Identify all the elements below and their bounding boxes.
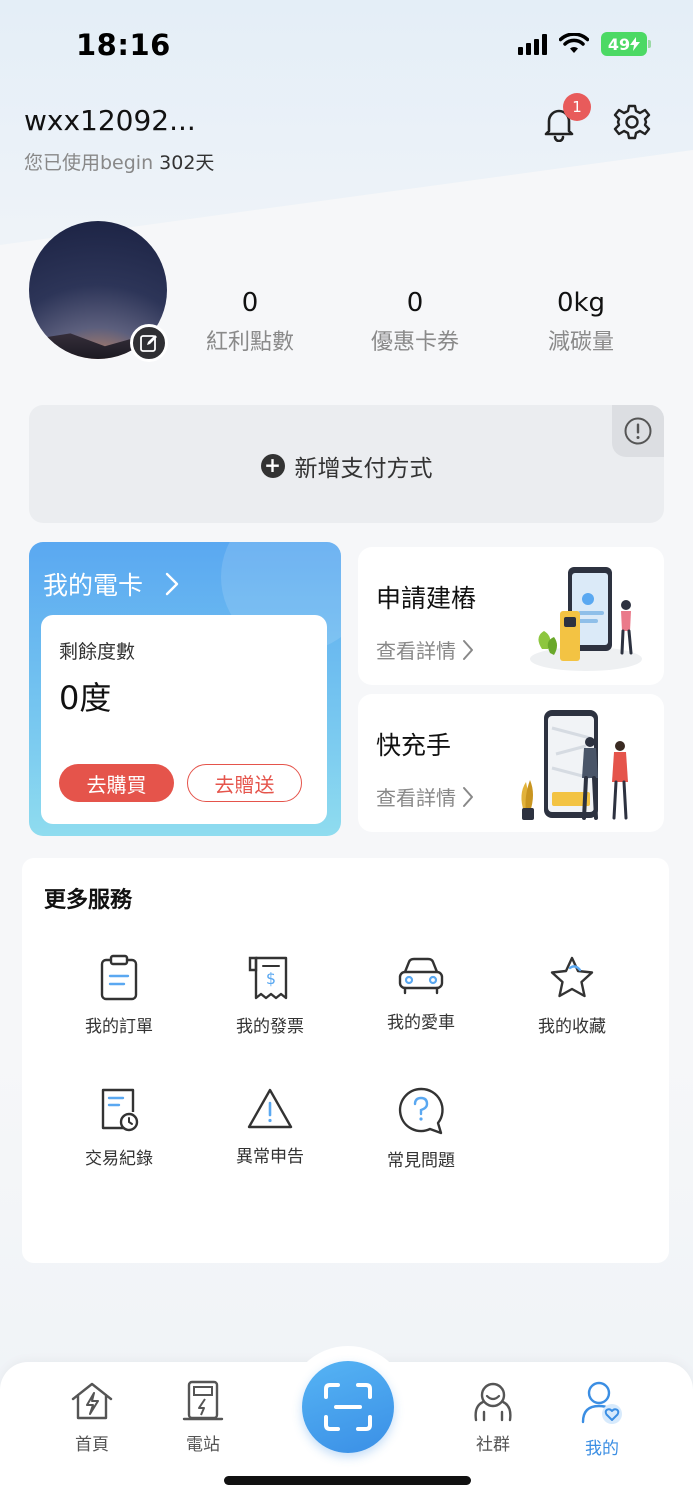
svg-text:$: $ (266, 969, 276, 988)
service-label: 常見問題 (387, 1151, 455, 1171)
service-label: 我的愛車 (387, 1013, 455, 1033)
warning-icon (247, 1088, 293, 1129)
stat-value: 0 (241, 288, 259, 318)
stat-value: 0 (406, 288, 424, 318)
more-services-panel: 更多服務 我的訂單 $ 我的發票 我的愛車 我的收藏 交易紀錄 異常申告 常見問… (22, 858, 669, 1263)
plus-circle-icon: + (260, 454, 285, 478)
stat-carbon-reduction[interactable]: 0kg 減碳量 (511, 288, 651, 356)
home-icon (71, 1382, 113, 1420)
battery-indicator: 49 (601, 32, 651, 56)
chevron-right-icon (463, 786, 473, 807)
star-icon (550, 956, 594, 998)
fast-charger-card[interactable]: 快充手 查看詳情 (358, 694, 664, 832)
remaining-label: 剩餘度數 (59, 641, 136, 663)
chevron-right-icon (165, 572, 179, 596)
edit-icon (140, 335, 157, 352)
charging-bolt-icon (630, 37, 641, 51)
transaction-history-icon (101, 1088, 139, 1132)
e-card-balance-panel: 剩餘度數 0度 去購買 去贈送 (41, 615, 327, 824)
tab-label: 社群 (476, 1435, 510, 1455)
notification-badge: 1 (563, 93, 591, 121)
status-time: 18:16 (76, 28, 171, 62)
tab-home[interactable]: 首頁 (52, 1380, 132, 1455)
car-icon (398, 957, 444, 995)
e-card-title-link[interactable]: 我的電卡 (43, 566, 179, 602)
charging-station-icon (182, 1380, 224, 1421)
view-details-link[interactable]: 查看詳情 (376, 782, 474, 811)
tab-community[interactable]: 社群 (453, 1380, 533, 1455)
service-my-car[interactable]: 我的愛車 (361, 954, 481, 1033)
add-payment-method[interactable]: + 新增支付方式 (29, 449, 664, 483)
wifi-icon (559, 33, 589, 53)
service-my-invoices[interactable]: $ 我的發票 (210, 954, 330, 1037)
service-my-orders[interactable]: 我的訂單 (59, 954, 179, 1037)
faq-icon (398, 1087, 444, 1135)
service-label: 異常申告 (236, 1147, 304, 1167)
scan-button-wrap (287, 1346, 409, 1468)
service-my-favorites[interactable]: 我的收藏 (512, 954, 632, 1037)
tab-label: 首頁 (75, 1435, 109, 1455)
scan-button[interactable] (302, 1361, 394, 1453)
view-details-label: 查看詳情 (376, 639, 456, 663)
fast-charger-illustration (521, 710, 628, 820)
community-icon (474, 1382, 512, 1422)
remaining-value: 0度 (59, 679, 112, 717)
add-payment-label: 新增支付方式 (294, 456, 433, 482)
view-details-label: 查看詳情 (376, 786, 456, 810)
scan-icon (324, 1383, 372, 1431)
home-indicator (224, 1476, 471, 1485)
usage-prefix: 您已使用begin (24, 152, 154, 174)
services-title: 更多服務 (44, 888, 133, 913)
service-label: 我的訂單 (85, 1017, 153, 1037)
stat-bonus-points[interactable]: 0 紅利點數 (180, 288, 320, 356)
gift-button[interactable]: 去贈送 (187, 764, 302, 802)
stat-label: 紅利點數 (205, 330, 294, 355)
my-e-card[interactable]: 我的電卡 剩餘度數 0度 去購買 去贈送 (29, 542, 341, 836)
edit-avatar-button[interactable] (130, 324, 168, 362)
tab-profile[interactable]: 我的 (562, 1380, 642, 1459)
chevron-right-icon (463, 639, 473, 660)
view-details-link[interactable]: 查看詳情 (376, 635, 474, 664)
service-faq[interactable]: 常見問題 (361, 1086, 481, 1171)
stat-label: 優惠卡券 (370, 330, 459, 355)
tab-stations[interactable]: 電站 (163, 1380, 243, 1455)
service-transaction-history[interactable]: 交易紀錄 (59, 1086, 179, 1169)
status-icons: 49 (518, 32, 651, 56)
tab-label: 電站 (186, 1435, 220, 1455)
usage-duration: 您已使用begin 302天 (24, 148, 214, 175)
service-label: 我的收藏 (538, 1017, 606, 1037)
info-icon (624, 417, 652, 445)
e-card-title: 我的電卡 (43, 571, 144, 600)
apply-charger-card[interactable]: 申請建樁 查看詳情 (358, 547, 664, 685)
card-title: 快充手 (376, 731, 452, 760)
charger-installation-illustration (530, 567, 642, 671)
receipt-icon: $ (248, 956, 288, 1000)
service-label: 交易紀錄 (85, 1149, 153, 1169)
tab-label: 我的 (585, 1439, 619, 1459)
add-payment-card[interactable]: + 新增支付方式 (29, 405, 664, 523)
gear-icon[interactable] (612, 102, 652, 142)
cellular-signal-icon (518, 33, 547, 55)
profile-icon (581, 1381, 622, 1424)
stat-label: 減碳量 (547, 330, 614, 355)
service-report-issue[interactable]: 異常申告 (210, 1086, 330, 1167)
username: wxx12092... (24, 104, 196, 137)
stat-value: 0kg (556, 288, 606, 318)
card-title: 申請建樁 (376, 584, 477, 613)
buy-button[interactable]: 去購買 (59, 764, 174, 802)
clipboard-icon (100, 954, 138, 1001)
stat-coupons[interactable]: 0 優惠卡券 (345, 288, 485, 356)
usage-days: 302天 (159, 152, 215, 174)
service-label: 我的發票 (236, 1017, 304, 1037)
